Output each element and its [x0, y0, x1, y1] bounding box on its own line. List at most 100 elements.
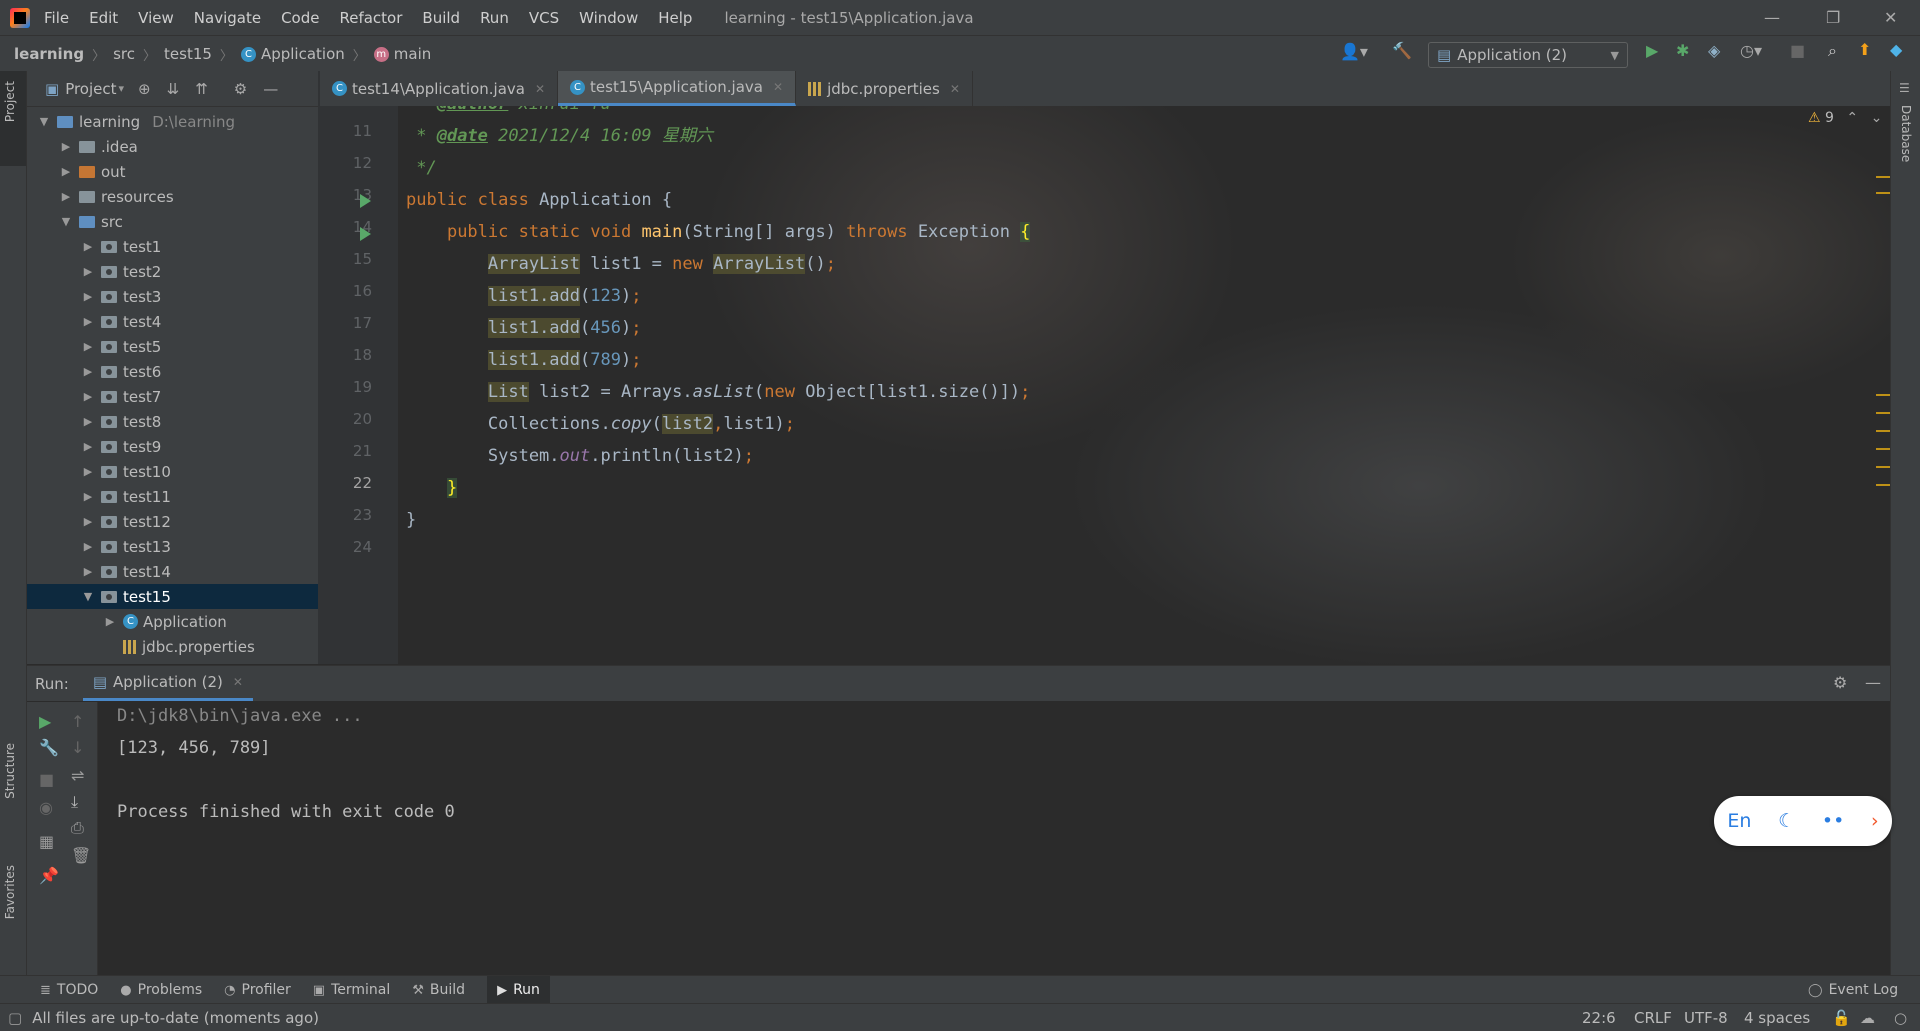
trash-icon[interactable]: 🗑 — [71, 846, 91, 865]
favorites-tool-label[interactable]: Favorites — [3, 865, 17, 919]
tree-item[interactable]: ▶ test12 — [27, 509, 319, 534]
tree-item[interactable]: ▼ src — [27, 209, 319, 234]
tool-problems[interactable]: ● Problems — [120, 976, 202, 1004]
warning-stripe[interactable] — [1876, 192, 1890, 194]
minimize-icon[interactable]: — — [1764, 8, 1780, 27]
indent-setting[interactable]: 4 spaces — [1744, 1009, 1810, 1027]
stop-icon[interactable]: ■ — [39, 770, 54, 789]
search-icon[interactable]: ⌕ — [1828, 41, 1837, 61]
menu-edit[interactable]: Edit — [89, 9, 118, 27]
breadcrumb-src[interactable]: src — [113, 45, 135, 63]
database-tool-label[interactable]: Database — [1899, 105, 1913, 162]
breadcrumb-project[interactable]: learning — [14, 45, 84, 63]
run-tab-application[interactable]: ▤ Application (2) ✕ — [82, 666, 253, 701]
close-tab-icon[interactable]: ✕ — [233, 675, 243, 689]
tree-item[interactable]: ▶ C Application — [27, 609, 319, 634]
chevron-up-icon[interactable]: ⌃ — [1846, 110, 1858, 126]
close-tab-icon[interactable]: ✕ — [773, 80, 783, 94]
project-tool-label[interactable]: Project — [3, 81, 17, 122]
chevron-right-icon[interactable]: › — [1871, 810, 1879, 832]
tree-item[interactable]: ▶ test13 — [27, 534, 319, 559]
camera-icon[interactable]: ◉ — [39, 798, 53, 817]
inspection-widget[interactable]: ⚠ 9 ⌃ ⌄ — [1808, 110, 1882, 126]
caret-position[interactable]: 22:6 — [1582, 1009, 1616, 1027]
tool-event-log[interactable]: ◯ Event Log — [1808, 976, 1898, 1004]
chevron-down-icon[interactable]: ▼ — [81, 590, 95, 603]
gear-icon[interactable]: ⚙ — [234, 80, 247, 98]
soft-wrap-icon[interactable]: ⇌ — [71, 766, 84, 785]
menu-refactor[interactable]: Refactor — [339, 9, 402, 27]
chevron-right-icon[interactable]: ▶ — [81, 365, 95, 378]
tool-profiler[interactable]: ◔ Profiler — [224, 976, 291, 1004]
chevron-right-icon[interactable]: ▶ — [81, 390, 95, 403]
lock-icon[interactable]: 🔓 — [1832, 1009, 1851, 1027]
locate-icon[interactable]: ⊕ — [138, 80, 151, 98]
line-separator[interactable]: CRLF — [1634, 1009, 1672, 1027]
restore-icon[interactable]: ❐ — [1826, 8, 1840, 27]
warning-stripe[interactable] — [1876, 430, 1890, 432]
tree-item[interactable]: jdbc.properties — [27, 634, 319, 659]
menu-build[interactable]: Build — [422, 9, 460, 27]
tool-terminal[interactable]: ▣ Terminal — [313, 976, 390, 1004]
chevron-right-icon[interactable]: ▶ — [81, 315, 95, 328]
run-icon[interactable]: ▶ — [1646, 41, 1658, 60]
chevron-right-icon[interactable]: ▶ — [103, 615, 117, 628]
run-configuration-selector[interactable]: ▤ Application (2) ▼ — [1428, 42, 1628, 68]
warning-stripe[interactable] — [1876, 466, 1890, 468]
ime-language-widget[interactable]: En ☾ •• › — [1714, 796, 1892, 846]
punctuation-icon[interactable]: •• — [1822, 810, 1844, 832]
database-icon[interactable]: ☰ — [1899, 81, 1910, 95]
breadcrumb-class[interactable]: C Application — [240, 45, 345, 63]
chevron-right-icon[interactable]: ▶ — [59, 140, 73, 153]
build-hammer-icon[interactable]: 🔨 — [1392, 41, 1412, 60]
tree-item[interactable]: ▶ test6 — [27, 359, 319, 384]
profile-icon[interactable]: ◷▾ — [1740, 41, 1762, 60]
editor-tab[interactable]: jdbc.properties ✕ — [796, 71, 973, 106]
tree-item[interactable]: ▶ test4 — [27, 309, 319, 334]
tree-item[interactable]: ▶ test1 — [27, 234, 319, 259]
chevron-right-icon[interactable]: ▶ — [81, 415, 95, 428]
expand-all-icon[interactable]: ⇊ — [167, 80, 180, 98]
chevron-right-icon[interactable]: ▶ — [81, 290, 95, 303]
menu-code[interactable]: Code — [281, 9, 319, 27]
chevron-right-icon[interactable]: ▶ — [81, 465, 95, 478]
status-message[interactable]: All files are up-to-date (moments ago) — [32, 1009, 319, 1027]
warning-stripe[interactable] — [1876, 412, 1890, 414]
rerun-icon[interactable]: ▶ — [39, 712, 51, 731]
run-class-gutter-icon[interactable] — [360, 194, 371, 208]
menu-view[interactable]: View — [138, 9, 174, 27]
chevron-down-icon[interactable]: ▼ — [37, 115, 51, 128]
tree-item[interactable]: ▶ test11 — [27, 484, 319, 509]
warning-stripe[interactable] — [1876, 394, 1890, 396]
moon-icon[interactable]: ☾ — [1778, 810, 1795, 832]
close-tab-icon[interactable]: ✕ — [535, 82, 545, 96]
plugin-icon[interactable]: ◆ — [1890, 40, 1902, 59]
pin-icon[interactable]: 📌 — [39, 866, 59, 885]
tree-item[interactable]: ▶ test5 — [27, 334, 319, 359]
chevron-right-icon[interactable]: ▶ — [81, 440, 95, 453]
close-tab-icon[interactable]: ✕ — [950, 82, 960, 96]
tree-item[interactable]: ▶ out — [27, 159, 319, 184]
tree-item[interactable]: ▶ test9 — [27, 434, 319, 459]
chevron-right-icon[interactable]: ▶ — [81, 490, 95, 503]
status-panel-icon[interactable]: ▢ — [8, 1009, 22, 1027]
tree-item[interactable]: ▶ test7 — [27, 384, 319, 409]
layout-icon[interactable]: ▦ — [39, 832, 54, 851]
coverage-icon[interactable]: ◈ — [1708, 41, 1720, 60]
chevron-right-icon[interactable]: ▶ — [59, 165, 73, 178]
chevron-right-icon[interactable]: ▶ — [81, 340, 95, 353]
chevron-right-icon[interactable]: ▶ — [81, 540, 95, 553]
warning-stripe[interactable] — [1876, 484, 1890, 486]
stop-icon[interactable]: ■ — [1790, 41, 1805, 60]
up-arrow-icon[interactable]: ↑ — [71, 712, 84, 731]
chevron-right-icon[interactable]: ▶ — [81, 515, 95, 528]
warning-stripe[interactable] — [1876, 448, 1890, 450]
chevron-down-icon[interactable]: ⌄ — [1871, 110, 1883, 126]
breadcrumb-method[interactable]: m main — [373, 45, 431, 63]
tree-item[interactable]: ▶ test10 — [27, 459, 319, 484]
hide-panel-icon[interactable]: — — [1865, 673, 1881, 692]
editor-tab[interactable]: Ctest15\Application.java ✕ — [558, 71, 797, 106]
menu-help[interactable]: Help — [658, 9, 692, 27]
tree-item[interactable]: ▶ test3 — [27, 284, 319, 309]
close-icon[interactable]: ✕ — [1884, 8, 1897, 27]
